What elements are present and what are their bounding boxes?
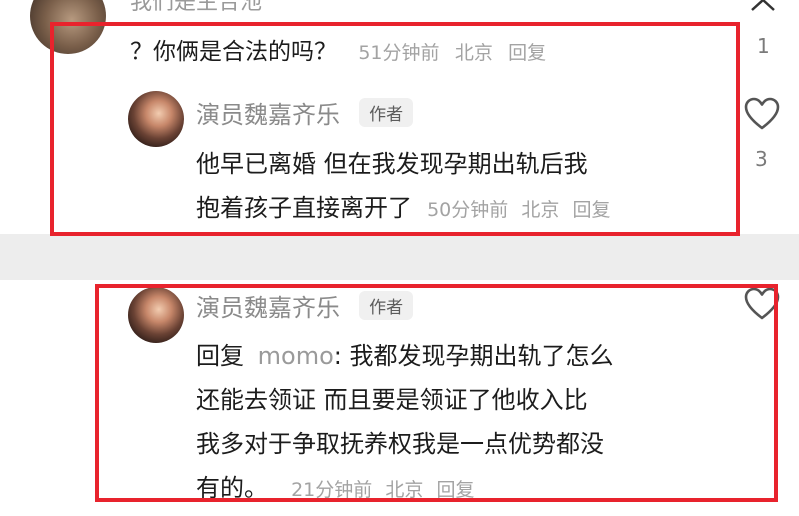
highlight-box: [95, 284, 778, 502]
chevron-up-icon[interactable]: [748, 0, 778, 18]
heart-icon[interactable]: [744, 97, 780, 131]
like-count: 1: [757, 34, 770, 58]
highlight-box: [50, 22, 740, 236]
comment-group-separator: [0, 234, 799, 280]
like-count: 3: [755, 147, 768, 171]
truncated-comment-text: 我们是主合池: [130, 0, 263, 15]
